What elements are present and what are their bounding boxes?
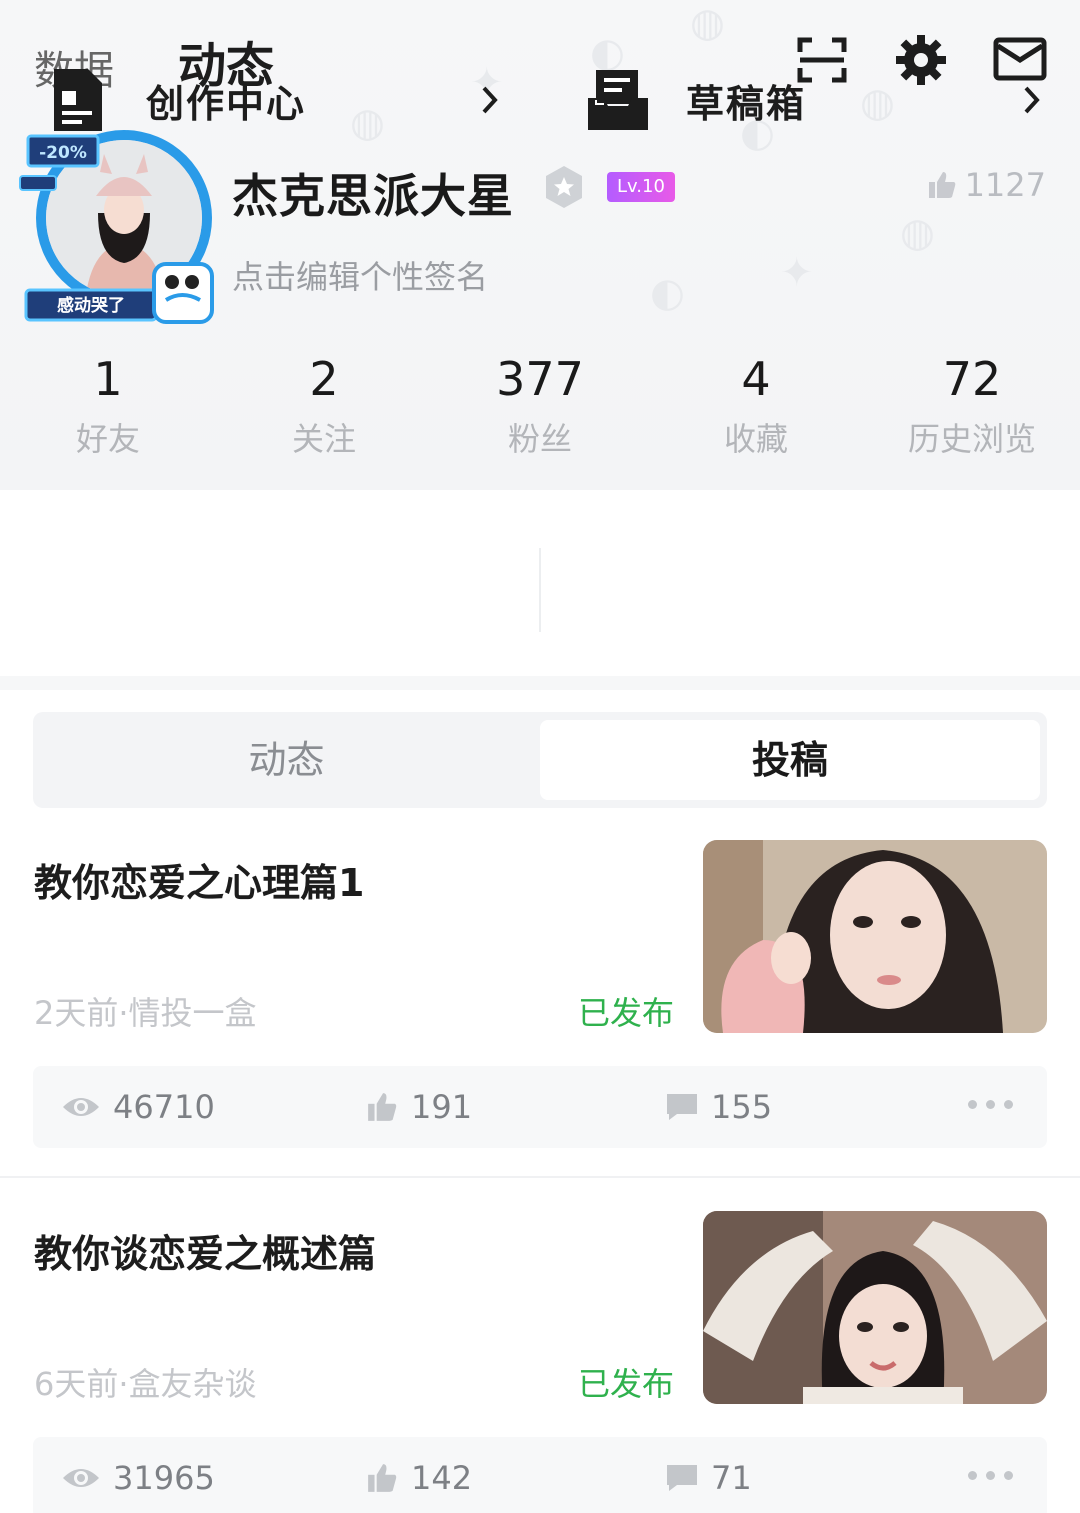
post-thumbnail[interactable] xyxy=(703,840,1047,1033)
post-views: 46710 xyxy=(61,1066,215,1148)
stat-value: 377 xyxy=(496,352,584,406)
post-comments[interactable]: 71 xyxy=(665,1437,752,1513)
stat-value: 4 xyxy=(741,352,771,406)
stat-label: 好友 xyxy=(75,420,140,458)
eye-icon xyxy=(63,1469,99,1487)
inbox-icon xyxy=(588,70,648,130)
post-likes[interactable]: 142 xyxy=(365,1437,472,1513)
post-meta: 6天前·盒友杂谈 xyxy=(34,1365,257,1403)
stat-friends[interactable]: 1 好友 xyxy=(0,350,216,460)
post-comments[interactable]: 155 xyxy=(665,1066,772,1148)
stats-row: 1 好友 2 关注 377 粉丝 4 收藏 72 历史浏览 xyxy=(0,350,1080,460)
thumbs-up-icon xyxy=(928,172,955,198)
post-views: 31965 xyxy=(61,1437,215,1513)
post-title[interactable]: 教你谈恋爱之概述篇 xyxy=(34,1223,376,1278)
thumbs-up-icon xyxy=(368,1093,397,1121)
more-options-icon[interactable] xyxy=(968,1100,1013,1109)
post-stats-bar: 31965 142 71 xyxy=(33,1437,1047,1513)
likes-total: 1127 xyxy=(927,166,1046,204)
watermark-icon: ◍ xyxy=(690,0,725,46)
post-status: 已发布 xyxy=(578,994,675,1032)
stat-value: 2 xyxy=(309,352,339,406)
watermark-icon: ◍ xyxy=(900,210,935,256)
stat-fans[interactable]: 377 粉丝 xyxy=(432,350,648,460)
stat-following[interactable]: 2 关注 xyxy=(216,350,432,460)
stat-value: 1 xyxy=(93,352,123,406)
comments-count: 71 xyxy=(711,1459,752,1497)
watermark-icon: ◐ xyxy=(650,270,685,316)
watermark-icon: ✦ xyxy=(780,250,814,296)
tab-submissions[interactable]: 投稿 xyxy=(540,720,1040,800)
likes-count: 191 xyxy=(411,1088,473,1126)
drafts-link[interactable]: 草稿箱 xyxy=(586,50,1046,150)
post-title[interactable]: 教你恋爱之心理篇1 xyxy=(34,852,364,907)
drafts-label: 草稿箱 xyxy=(686,81,807,126)
likes-total-count: 1127 xyxy=(964,166,1046,204)
post-stats-bar: 46710 191 155 xyxy=(33,1066,1047,1148)
views-count: 31965 xyxy=(113,1459,215,1497)
post-status: 已发布 xyxy=(578,1365,675,1403)
thumbs-up-icon xyxy=(368,1464,397,1492)
content-tabs: 动态 投稿 xyxy=(33,712,1047,808)
verified-badge-icon[interactable] xyxy=(542,164,586,210)
chevron-right-icon xyxy=(1024,86,1040,114)
signature[interactable]: 点击编辑个性签名 xyxy=(232,252,488,298)
stat-label: 关注 xyxy=(291,420,356,458)
likes-count: 142 xyxy=(411,1459,473,1497)
post-meta: 2天前·情投一盒 xyxy=(34,994,257,1032)
username: 杰克思派大星 xyxy=(232,169,514,223)
section-separator xyxy=(0,676,1080,690)
stat-label: 粉丝 xyxy=(507,420,572,458)
comment-icon xyxy=(667,1094,697,1120)
tab-dynamic-content[interactable]: 动态 xyxy=(33,712,540,808)
level-badge: Lv.10 xyxy=(607,172,675,202)
more-options-icon[interactable] xyxy=(968,1471,1013,1480)
views-count: 46710 xyxy=(113,1088,215,1126)
stat-label: 历史浏览 xyxy=(907,420,1036,458)
post-divider xyxy=(0,1176,1080,1178)
creation-center-label: 创作中心 xyxy=(146,81,307,126)
stat-label: 收藏 xyxy=(723,420,788,458)
post-thumbnail[interactable] xyxy=(703,1211,1047,1404)
avatar-badge-bottom: 感动哭了 xyxy=(57,295,125,316)
quick-links-divider xyxy=(539,548,541,632)
stat-value: 72 xyxy=(942,352,1002,406)
stat-history[interactable]: 72 历史浏览 xyxy=(864,350,1080,460)
document-icon xyxy=(54,69,102,131)
creation-center-link[interactable]: 创作中心 xyxy=(50,50,510,150)
comments-count: 155 xyxy=(711,1088,773,1126)
stat-favorites[interactable]: 4 收藏 xyxy=(648,350,864,460)
eye-icon xyxy=(63,1098,99,1116)
chevron-right-icon xyxy=(482,86,498,114)
comment-icon xyxy=(667,1465,697,1491)
post-likes[interactable]: 191 xyxy=(365,1066,472,1148)
